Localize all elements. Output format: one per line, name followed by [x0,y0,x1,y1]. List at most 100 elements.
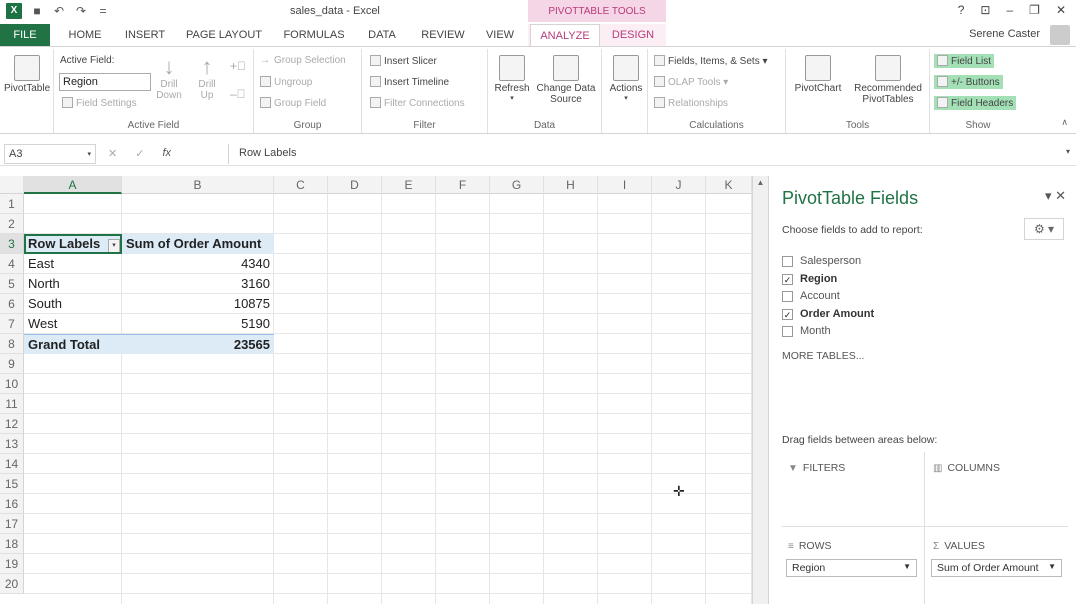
pivot-row-label[interactable]: North [24,274,122,294]
pivot-row-label[interactable]: West [24,314,122,334]
ribbon-display-options-icon[interactable]: ⊡ [980,3,990,17]
filters-area[interactable]: ▼ FILTERS [782,456,922,524]
refresh-button[interactable]: Refresh ▾ [492,55,532,102]
olap-tools-button[interactable]: OLAP Tools ▾ [654,76,728,88]
pivot-row-label[interactable]: East [24,254,122,274]
column-header-i[interactable]: I [598,176,652,194]
insert-timeline-button[interactable]: Insert Timeline [370,76,449,88]
minimize-button[interactable]: – [1006,3,1013,17]
drill-down-button[interactable]: ↓ Drill Down [154,55,184,102]
pivot-grand-total-label[interactable]: Grand Total [24,334,122,354]
gear-icon[interactable]: ⚙ ▾ [1024,218,1064,240]
avatar[interactable] [1050,25,1070,45]
row-header[interactable]: 13 [0,434,24,454]
plus-minus-buttons-toggle[interactable]: +/- Buttons [934,75,1003,89]
pivot-row-label[interactable]: South [24,294,122,314]
row-header[interactable]: 2 [0,214,24,234]
restore-button[interactable]: ❐ [1029,3,1040,17]
more-tables-link[interactable]: MORE TABLES... [782,350,864,362]
tab-home[interactable]: HOME [60,24,110,46]
row-header[interactable]: 16 [0,494,24,514]
tab-file[interactable]: FILE [0,24,50,46]
tab-review[interactable]: REVIEW [414,24,472,46]
values-area[interactable]: Σ VALUES Sum of Order Amount ▼ [927,534,1067,602]
drill-up-button[interactable]: ↑ Drill Up [192,55,222,102]
actions-button[interactable]: Actions ▾ [606,55,646,102]
close-button[interactable]: ✕ [1056,3,1066,17]
pivot-row-value[interactable]: 4340 [122,254,274,274]
row-header[interactable]: 3 [0,234,24,254]
tab-analyze[interactable]: ANALYZE [530,24,600,46]
expand-formula-bar-icon[interactable]: ▾ [1066,147,1070,156]
chevron-down-icon[interactable]: ▼ [1048,562,1056,571]
row-header[interactable]: 5 [0,274,24,294]
tab-page-layout[interactable]: PAGE LAYOUT [182,24,266,46]
rows-area[interactable]: ≡ ROWS Region ▼ [782,534,922,602]
name-box[interactable]: A3 ▾ [4,144,96,164]
column-header-b[interactable]: B [122,176,274,194]
column-header-h[interactable]: H [544,176,598,194]
row-header[interactable]: 19 [0,554,24,574]
pivot-grand-total-value[interactable]: 23565 [122,334,274,354]
tab-insert[interactable]: INSERT [120,24,170,46]
row-header[interactable]: 15 [0,474,24,494]
pane-close-button[interactable]: ▾ ✕ [1045,188,1066,204]
tab-design[interactable]: DESIGN [604,24,662,46]
row-header[interactable]: 14 [0,454,24,474]
pivottable-button[interactable]: PivotTable [4,55,50,94]
checkbox-checked[interactable]: ✓ [782,308,793,320]
group-selection-button[interactable]: → Group Selection [260,55,346,66]
row-header[interactable]: 1 [0,194,24,214]
row-header[interactable]: 6 [0,294,24,314]
field-month[interactable]: Month [782,325,831,337]
row-header[interactable]: 10 [0,374,24,394]
checkbox[interactable] [782,255,793,267]
customize-qat-icon[interactable]: = [96,4,110,18]
field-region[interactable]: ✓ Region [782,273,837,285]
field-list-toggle[interactable]: Field List [934,54,995,68]
column-header-d[interactable]: D [328,176,382,194]
checkbox[interactable] [782,325,793,337]
columns-area[interactable]: ▥ COLUMNS [927,456,1067,524]
filter-connections-button[interactable]: Filter Connections [370,97,465,109]
save-icon[interactable]: ■ [30,4,44,18]
row-header[interactable]: 12 [0,414,24,434]
row-header[interactable]: 17 [0,514,24,534]
recommended-pivottables-button[interactable]: Recommended PivotTables [848,55,928,105]
fields-items-sets-button[interactable]: Fields, Items, & Sets ▾ [654,55,768,67]
name-box-dropdown-icon[interactable]: ▾ [87,150,91,158]
tab-data[interactable]: DATA [360,24,404,46]
formula-input[interactable]: Row Labels [228,144,1068,164]
vertical-scrollbar[interactable]: ▲ [752,176,768,604]
row-header[interactable]: 11 [0,394,24,414]
tab-view[interactable]: VIEW [480,24,520,46]
redo-icon[interactable]: ↷ [74,4,88,18]
column-header-e[interactable]: E [382,176,436,194]
pivot-row-value[interactable]: 3160 [122,274,274,294]
chevron-down-icon[interactable]: ▼ [903,562,911,571]
cancel-icon[interactable]: ✕ [108,147,117,160]
insert-slicer-button[interactable]: Insert Slicer [370,55,437,67]
collapse-ribbon-icon[interactable]: ∧ [1061,117,1068,128]
row-header[interactable]: 9 [0,354,24,374]
insert-function-button[interactable]: fx [162,147,171,160]
pivot-row-value[interactable]: 10875 [122,294,274,314]
pivot-values-header[interactable]: Sum of Order Amount [122,234,274,254]
row-header[interactable]: 7 [0,314,24,334]
field-settings-button[interactable]: Field Settings [62,97,137,109]
select-all-corner[interactable] [0,176,24,194]
row-header[interactable]: 8 [0,334,24,354]
column-header-a[interactable]: A [24,176,122,194]
field-order-amount[interactable]: ✓ Order Amount [782,308,874,320]
expand-field-icon[interactable]: +⃞ [230,59,246,73]
checkbox[interactable] [782,290,793,302]
tab-formulas[interactable]: FORMULAS [278,24,350,46]
undo-icon[interactable]: ↶ [52,4,66,18]
group-field-button[interactable]: Group Field [260,97,326,109]
scroll-up-icon[interactable]: ▲ [755,178,766,188]
row-labels-filter-dropdown[interactable]: ▾ [108,239,120,253]
collapse-field-icon[interactable]: –⃞ [230,87,246,101]
field-salesperson[interactable]: Salesperson [782,255,861,267]
column-header-k[interactable]: K [706,176,752,194]
enter-icon[interactable]: ✓ [135,147,144,160]
